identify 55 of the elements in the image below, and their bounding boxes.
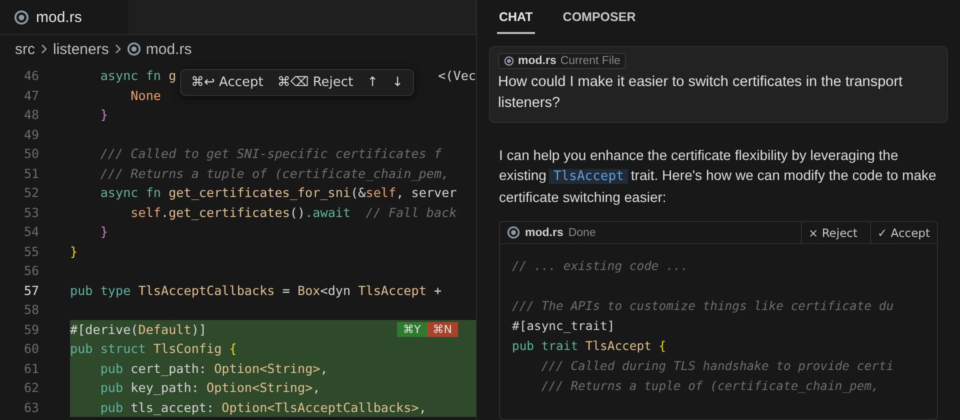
code-line: None — [130, 88, 161, 103]
tab-label: mod.rs — [36, 8, 82, 26]
code-line: pub struct TlsConfig { — [70, 341, 237, 356]
code-line: pub cert_path: Option<String>, — [99, 360, 328, 376]
code-line: } — [99, 107, 108, 122]
code-line: /// Returns a tuple of (certificate_chain_pem, — [540, 378, 880, 395]
next-change-button[interactable]: ↓ — [386, 73, 409, 92]
chevron-right-icon — [114, 43, 122, 55]
code-line: } — [70, 244, 78, 259]
breadcrumb-item[interactable]: mod.rs — [146, 40, 192, 58]
line-number: 60 — [0, 339, 70, 358]
reject-button[interactable]: × Reject — [800, 222, 864, 243]
file-tab[interactable]: mod.rs — [0, 0, 128, 34]
line-number: 59 — [0, 320, 70, 339]
code-line: pub key_path: Option<String>, — [99, 380, 320, 396]
code-line: /// Called during TLS handshake to provide certi — [540, 358, 895, 375]
assistant-message: I can help you enhance the certificate flexibility by leveraging the existing TlsAccept trait. Here's how we can modify the code to make certificate switching easier: — [499, 146, 938, 207]
code-line: /// Returns a tuple of (certificate_chain_pem, — [99, 166, 450, 181]
code-line: pub type TlsAcceptCallbacks = Box<dyn TlsAccept + — [70, 282, 443, 298]
rust-file-icon — [507, 226, 520, 239]
code-file-name: mod.rs — [525, 226, 564, 238]
code-line: /// The APIs to customize things like certificate du — [512, 298, 895, 315]
code-line: #[async_trait] — [512, 318, 616, 335]
line-number: 61 — [0, 358, 70, 378]
code-line: async fn get_certificates_for_sni(&self, server — [99, 185, 457, 200]
reject-shortcut[interactable]: ⌘N — [426, 322, 458, 336]
accept-shortcut[interactable]: ⌘Y — [397, 322, 427, 336]
reject-button[interactable]: ⌘⌫ Reject — [271, 73, 360, 92]
panel-tab[interactable]: COMPOSER — [560, 8, 638, 34]
code-fragment: <(Vec — [438, 68, 476, 84]
code-line: async fn g — [99, 68, 176, 84]
code-line: #[derive(Default)] — [70, 322, 206, 337]
breadcrumb-item[interactable]: src — [15, 40, 35, 58]
code-line: // ... existing code ... — [512, 258, 690, 275]
chevron-right-icon — [40, 43, 48, 55]
code-line: pub tls_accept: Option<TlsAcceptCallbacks>, — [99, 400, 426, 415]
chip-note: Current File — [560, 55, 620, 67]
user-message: How could I make it easier to switch certificates in the transport listeners? — [498, 73, 904, 113]
code-line: } — [99, 224, 108, 240]
line-number: 62 — [0, 378, 70, 398]
code-line: self.get_certificates().await // Fall back — [130, 204, 457, 220]
file-context-chip[interactable]: mod.rs Current File — [498, 53, 626, 69]
code-line: pub trait TlsAccept { — [512, 338, 668, 355]
code-line: /// Called to get SNI-specific certificates f — [99, 146, 442, 162]
breadcrumb-item[interactable]: listeners — [53, 40, 109, 58]
accept-button[interactable]: ✓ Accept — [870, 222, 937, 243]
rust-file-icon — [126, 42, 141, 56]
previous-change-button[interactable]: ↑ — [361, 73, 384, 92]
chip-file-name: mod.rs — [518, 55, 556, 67]
line-number: 63 — [0, 398, 70, 417]
rust-file-icon — [504, 56, 514, 66]
code-status: Done — [568, 226, 596, 238]
panel-tab[interactable]: CHAT — [497, 8, 535, 34]
rust-file-icon — [14, 10, 29, 24]
accept-button[interactable]: ⌘↩ Accept — [185, 73, 270, 92]
